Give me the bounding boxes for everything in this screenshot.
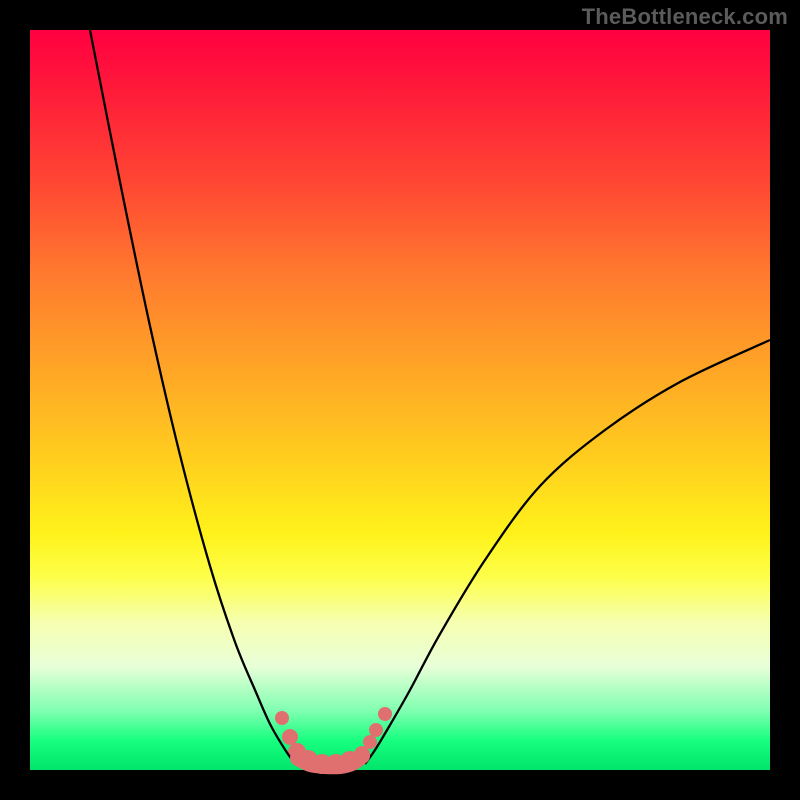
valley-marker bbox=[369, 723, 383, 737]
chart-plot-area bbox=[30, 30, 770, 770]
chart-svg bbox=[30, 30, 770, 770]
valley-marker bbox=[378, 707, 392, 721]
right-curve bbox=[365, 340, 770, 764]
left-curve bbox=[90, 30, 295, 764]
valley-marker bbox=[275, 711, 289, 725]
valley-marker bbox=[363, 735, 377, 749]
valley-marker bbox=[282, 729, 298, 745]
watermark-text: TheBottleneck.com bbox=[582, 4, 788, 30]
chart-frame: TheBottleneck.com bbox=[0, 0, 800, 800]
